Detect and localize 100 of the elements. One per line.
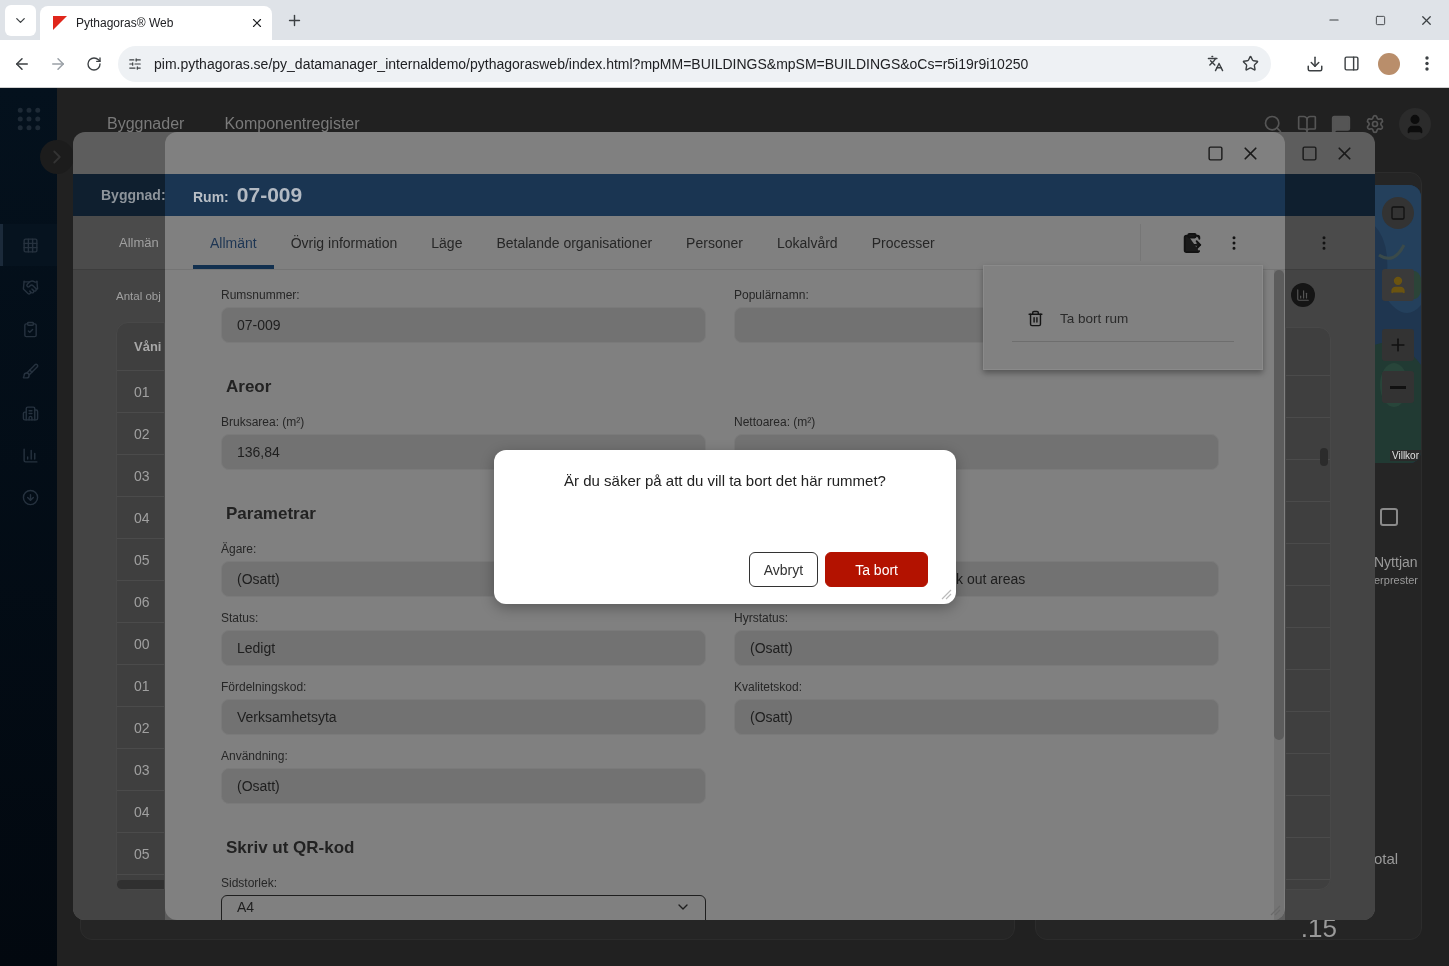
- star-icon[interactable]: [1242, 55, 1259, 72]
- total-label: otal: [1374, 850, 1399, 867]
- checkbox[interactable]: [1380, 508, 1398, 526]
- brush-icon: [21, 362, 39, 380]
- buildings-icon: [21, 404, 39, 422]
- profile-avatar[interactable]: [1378, 52, 1400, 75]
- translate-icon[interactable]: [1207, 55, 1224, 72]
- maximize-icon[interactable]: [1207, 144, 1224, 162]
- address-field[interactable]: pim.pythagoras.se/py_datamanager_internaldemo/pythagorasweb/index.html?mpMM=BUILDINGS&mpSM=BUILDINGS&oCs=r5i19r9i10250: [118, 45, 1271, 82]
- search-icon[interactable]: [1263, 114, 1283, 134]
- room-title: 07-009: [236, 183, 303, 207]
- settings-icon[interactable]: [1365, 114, 1385, 134]
- menu-icon: [1425, 56, 1429, 71]
- tab[interactable]: Processer: [854, 216, 952, 269]
- grid-icon: [21, 236, 39, 254]
- field-label: Kvalitetskod:: [734, 679, 804, 695]
- chat-icon[interactable]: [1331, 114, 1351, 134]
- tab[interactable]: Allmän: [119, 235, 159, 250]
- zoom-out-button[interactable]: [1381, 371, 1414, 403]
- tab-search-button[interactable]: [5, 4, 36, 36]
- pegman-button[interactable]: [1381, 269, 1414, 301]
- section-heading: Skriv ut QR-kod: [226, 837, 356, 859]
- tab[interactable]: Betalande organisationer: [479, 216, 670, 269]
- count-label: Antal obj: [116, 290, 162, 302]
- chart-button[interactable]: [1291, 283, 1315, 307]
- input-field[interactable]: Verksamhetsyta: [221, 699, 706, 735]
- browser-tab[interactable]: Pythagoras® Web: [40, 6, 272, 40]
- flag-icon: [52, 15, 68, 31]
- table-cell: 03: [134, 467, 150, 484]
- field-label: Hyrstatus:: [734, 610, 789, 626]
- header-label: Rum:: [193, 187, 229, 205]
- table-cell: 04: [134, 509, 150, 526]
- field-label: Nettoarea: (m²): [734, 414, 817, 430]
- scrollbar[interactable]: [117, 880, 164, 889]
- minus-icon: [1389, 385, 1406, 389]
- clipboard-check-icon: [21, 320, 39, 338]
- tab[interactable]: Personer: [669, 216, 760, 269]
- table-cell: 01: [134, 677, 150, 694]
- input-field[interactable]: (Osatt): [734, 699, 1219, 735]
- book-icon[interactable]: [1297, 114, 1317, 134]
- field-label: Sidstorlek:: [221, 875, 279, 891]
- tab[interactable]: Övrig information: [273, 216, 415, 269]
- table-cell: 03: [134, 761, 150, 778]
- select-field[interactable]: A4: [221, 895, 706, 920]
- table-cell: 05: [134, 845, 150, 862]
- table-cell: 00: [134, 635, 150, 652]
- menu-item[interactable]: Ta bort rum: [1012, 296, 1234, 342]
- table-cell: 06: [134, 593, 150, 610]
- dialog-message: Är du säker på att du vill ta bort det här rummet?: [563, 472, 887, 489]
- input-field[interactable]: (Osatt): [221, 768, 706, 804]
- subheading-text: erprester: [1374, 574, 1419, 586]
- tab[interactable]: Läge: [414, 216, 480, 269]
- reload-icon: [86, 55, 102, 72]
- table-cell: 01: [134, 383, 150, 400]
- bar-chart-icon: [1296, 288, 1310, 302]
- tab[interactable]: Allmänt: [193, 216, 274, 269]
- clipboard-icon[interactable]: [1181, 231, 1203, 254]
- nav-link[interactable]: Byggnader: [107, 115, 185, 133]
- table-cell: 04: [134, 803, 150, 820]
- input-field[interactable]: 07-009: [221, 307, 706, 343]
- section-heading: Areor: [226, 376, 273, 398]
- trash-icon: [1027, 310, 1044, 327]
- section-heading: Parametrar: [226, 503, 317, 525]
- field-label: Fördelningskod:: [221, 679, 308, 695]
- field-label: Ägare:: [221, 541, 258, 557]
- field-label: Rumsnummer:: [221, 287, 301, 303]
- map-terms-link[interactable]: Villkor: [1389, 450, 1421, 461]
- sidebar-item[interactable]: [0, 224, 57, 266]
- download-icon: [1306, 54, 1324, 73]
- input-field[interactable]: Ledigt: [221, 630, 706, 666]
- scrollbar[interactable]: [1274, 270, 1284, 740]
- maximize-icon[interactable]: [1301, 144, 1318, 162]
- side-panel-icon: [1342, 55, 1360, 72]
- table-cell: 02: [134, 719, 150, 736]
- tab[interactable]: Lokalvård: [759, 216, 855, 269]
- resize-grip-icon[interactable]: [940, 588, 952, 600]
- maximize-icon: [1374, 14, 1386, 26]
- user-avatar[interactable]: [1399, 108, 1431, 140]
- field-label: Populärnamn:: [734, 287, 810, 303]
- table-cell: 02: [134, 425, 150, 442]
- bar-chart-icon: [21, 446, 39, 464]
- clock-icon: [21, 488, 39, 506]
- resize-grip-icon[interactable]: [1269, 904, 1281, 916]
- delete-button[interactable]: Ta bort: [825, 552, 928, 587]
- table-cell: 05: [134, 551, 150, 568]
- close-icon[interactable]: [250, 16, 264, 30]
- handshake-icon: [21, 278, 39, 296]
- cancel-button[interactable]: Avbryt: [748, 552, 819, 587]
- field-label: Status:: [221, 610, 260, 626]
- expand-button[interactable]: [40, 140, 74, 174]
- nav-link[interactable]: Komponentregister: [224, 115, 360, 133]
- header-label: Byggnad:: [101, 187, 166, 203]
- input-field[interactable]: (Osatt): [734, 630, 1219, 666]
- heading-text: Nyttjan: [1374, 554, 1418, 570]
- column-header: Våni: [134, 339, 162, 354]
- field-label: Bruksarea: (m²): [221, 414, 306, 430]
- scrollbar[interactable]: [1320, 448, 1328, 466]
- square-icon: [1389, 205, 1406, 221]
- site-settings-icon[interactable]: [128, 56, 142, 71]
- zoom-in-button[interactable]: [1381, 329, 1414, 361]
